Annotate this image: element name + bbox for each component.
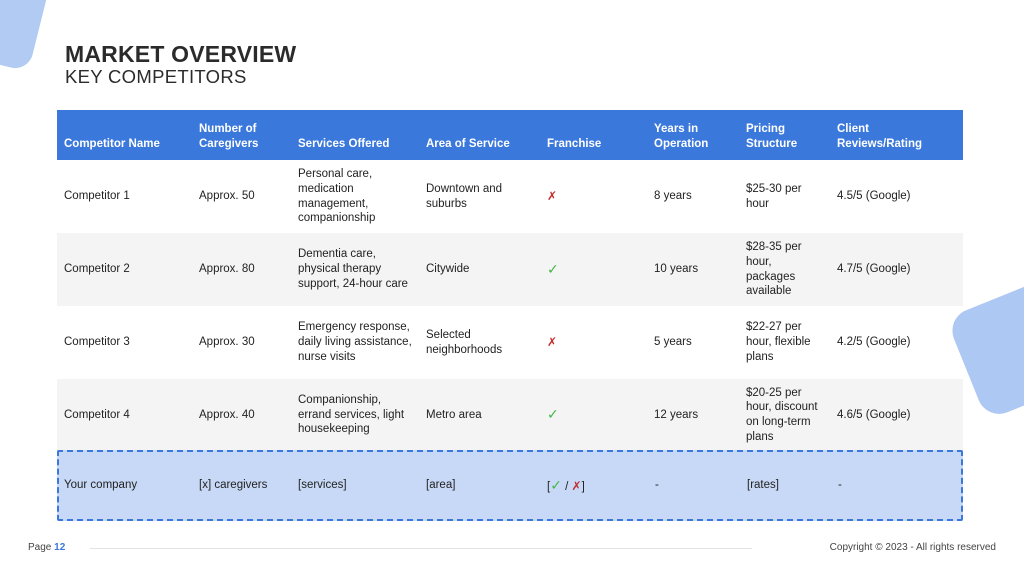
your-company-name: Your company bbox=[64, 479, 138, 491]
your-company-franchise: [✓ / ✗] bbox=[547, 477, 585, 494]
cell-rating: 4.2/5 (Google) bbox=[837, 336, 911, 349]
check-icon: ✓ bbox=[547, 260, 559, 277]
footer-divider bbox=[90, 548, 752, 549]
cell-area: Selected neighborhoods bbox=[426, 328, 503, 356]
cell-name: Competitor 1 bbox=[64, 190, 130, 203]
cell-franchise: ✗ bbox=[540, 160, 647, 233]
copyright-notice: Copyright © 2023 - All rights reserved bbox=[829, 542, 996, 553]
cell-name: Competitor 2 bbox=[57, 233, 192, 306]
column-header-rating: Client Reviews/Rating bbox=[830, 110, 963, 160]
column-header-competitor-name: Competitor Name bbox=[57, 110, 192, 160]
cell-name: Competitor 3 bbox=[64, 336, 130, 349]
page-title: MARKET OVERVIEW bbox=[65, 41, 297, 67]
your-company-row: Your company [x] caregivers [services] [… bbox=[57, 450, 963, 521]
cell-franchise: ✓ bbox=[540, 379, 647, 451]
column-header-pricing: Pricing Structure bbox=[739, 110, 830, 160]
cell-pricing: $28-35 per hour, packages available bbox=[739, 233, 830, 306]
cross-icon: ✗ bbox=[547, 188, 558, 203]
cell-caregivers: Approx. 50 bbox=[199, 190, 255, 203]
your-company-years: - bbox=[655, 479, 659, 491]
column-header-franchise: Franchise bbox=[540, 110, 647, 160]
cell-franchise: ✓ bbox=[540, 233, 647, 306]
your-company-area: [area] bbox=[426, 479, 456, 491]
cross-icon: ✗ bbox=[571, 479, 582, 493]
cell-area: Metro area bbox=[419, 379, 540, 451]
competitor-table: Competitor Name Number of Caregivers Ser… bbox=[57, 110, 963, 451]
table-row: Competitor 3 Approx. 30 Emergency respon… bbox=[57, 306, 963, 379]
your-company-caregivers: [x] caregivers bbox=[199, 479, 268, 491]
cell-years: 5 years bbox=[654, 336, 692, 349]
cell-years: 10 years bbox=[647, 233, 739, 306]
table-row: Competitor 1 Approx. 50 Personal care, m… bbox=[57, 160, 963, 233]
cell-years: 12 years bbox=[647, 379, 739, 451]
check-icon: ✓ bbox=[550, 477, 562, 493]
cell-services: Dementia care, physical therapy support,… bbox=[291, 233, 419, 306]
cell-area: Citywide bbox=[419, 233, 540, 306]
cell-pricing: $25-30 per hour bbox=[746, 182, 802, 210]
your-company-services: [services] bbox=[298, 479, 347, 491]
check-icon: ✓ bbox=[547, 406, 559, 423]
cell-caregivers: Approx. 30 bbox=[199, 336, 255, 349]
table-row: Competitor 2 Approx. 80 Dementia care, p… bbox=[57, 233, 963, 306]
table-header-row: Competitor Name Number of Caregivers Ser… bbox=[57, 110, 963, 160]
column-header-years: Years in Operation bbox=[647, 110, 739, 160]
cell-area: Downtown and suburbs bbox=[426, 182, 503, 210]
franchise-separator: / bbox=[561, 481, 572, 493]
column-header-area: Area of Service bbox=[419, 110, 540, 160]
cell-name: Competitor 4 bbox=[57, 379, 192, 451]
cell-rating: 4.7/5 (Google) bbox=[830, 233, 963, 306]
page-indicator: Page 12 bbox=[28, 542, 65, 553]
cell-franchise: ✗ bbox=[540, 306, 647, 379]
cell-caregivers: Approx. 80 bbox=[192, 233, 291, 306]
column-header-services: Services Offered bbox=[291, 110, 419, 160]
cell-services: Companionship, errand services, light ho… bbox=[291, 379, 419, 451]
page-label: Page bbox=[28, 542, 52, 553]
your-company-rating: - bbox=[838, 479, 842, 491]
column-header-caregivers: Number of Caregivers bbox=[192, 110, 291, 160]
your-company-pricing: [rates] bbox=[747, 479, 779, 491]
cell-pricing: $20-25 per hour, discount on long-term p… bbox=[739, 379, 830, 451]
cell-services: Emergency response, daily living assista… bbox=[298, 321, 412, 363]
cell-rating: 4.6/5 (Google) bbox=[830, 379, 963, 451]
page-number: 12 bbox=[54, 542, 66, 553]
cross-icon: ✗ bbox=[547, 334, 558, 349]
cell-rating: 4.5/5 (Google) bbox=[837, 190, 911, 203]
bracket-close: ] bbox=[581, 481, 585, 493]
page-subtitle: KEY COMPETITORS bbox=[65, 66, 247, 87]
cell-pricing: $22-27 per hour, flexible plans bbox=[746, 321, 811, 363]
cell-services: Personal care, medication management, co… bbox=[298, 168, 376, 225]
decorative-shape-top-left bbox=[0, 0, 54, 72]
table-row: Competitor 4 Approx. 40 Companionship, e… bbox=[57, 379, 963, 451]
cell-years: 8 years bbox=[654, 190, 692, 203]
cell-caregivers: Approx. 40 bbox=[192, 379, 291, 451]
